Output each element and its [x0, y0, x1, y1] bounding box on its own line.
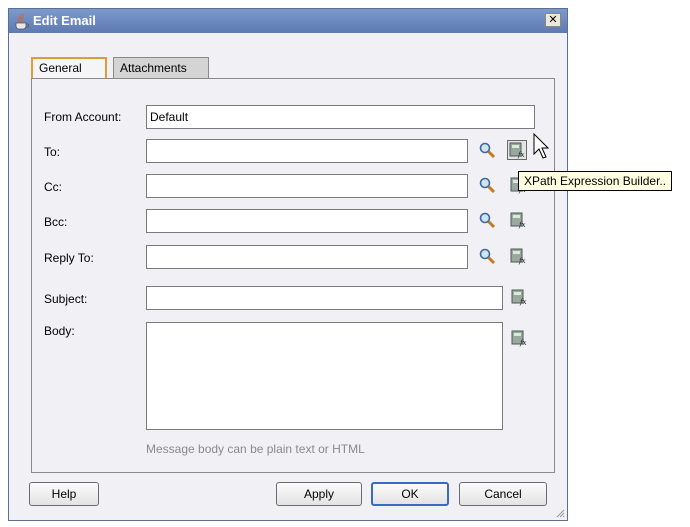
- search-icon[interactable]: [478, 247, 496, 265]
- mouse-cursor-icon: [533, 133, 549, 159]
- svg-text:fx: fx: [518, 257, 526, 265]
- body-hint: Message body can be plain text or HTML: [146, 442, 365, 456]
- dialog-title: Edit Email: [33, 13, 96, 28]
- reply-to-field[interactable]: [146, 245, 468, 269]
- xpath-expression-builder-icon[interactable]: fx: [510, 288, 528, 306]
- close-icon: ✕: [548, 14, 558, 26]
- xpath-expression-builder-icon[interactable]: fx: [509, 247, 527, 265]
- subject-label: Subject:: [44, 292, 88, 306]
- search-icon[interactable]: [478, 176, 496, 194]
- from-account-field[interactable]: Default: [146, 105, 535, 129]
- to-label: To:: [44, 145, 61, 159]
- tab-general[interactable]: General: [31, 57, 107, 79]
- bcc-field[interactable]: [146, 209, 468, 233]
- body-label: Body:: [44, 324, 75, 338]
- svg-text:fx: fx: [517, 151, 525, 159]
- resize-grip-icon[interactable]: [555, 508, 565, 518]
- help-button[interactable]: Help: [29, 482, 99, 506]
- body-textarea[interactable]: [146, 322, 503, 430]
- title-bar[interactable]: Edit Email ✕: [9, 9, 567, 33]
- tab-general-label: General: [39, 61, 82, 75]
- apply-button[interactable]: Apply: [276, 482, 362, 506]
- cancel-button[interactable]: Cancel: [459, 482, 547, 506]
- from-account-label: From Account:: [44, 110, 122, 124]
- search-icon[interactable]: [478, 211, 496, 229]
- ok-button[interactable]: OK: [371, 482, 449, 506]
- xpath-expression-builder-icon[interactable]: fx: [509, 211, 527, 229]
- tab-attachments[interactable]: Attachments: [113, 57, 209, 78]
- cc-field[interactable]: [146, 174, 468, 198]
- edit-email-dialog: Edit Email ✕ General Attachments From Ac…: [8, 8, 568, 521]
- search-icon[interactable]: [478, 141, 496, 159]
- app-icon: [15, 13, 30, 30]
- reply-to-label: Reply To:: [44, 251, 94, 265]
- subject-field[interactable]: [146, 286, 503, 310]
- svg-text:fx: fx: [519, 298, 527, 306]
- tab-attachments-label: Attachments: [120, 61, 187, 75]
- cc-label: Cc:: [44, 180, 62, 194]
- svg-text:fx: fx: [519, 339, 527, 347]
- close-button[interactable]: ✕: [545, 13, 561, 27]
- xpath-expression-builder-icon[interactable]: fx: [507, 140, 527, 160]
- svg-text:fx: fx: [518, 221, 526, 229]
- general-panel: From Account: Default To: fx Cc: fx Bcc:: [31, 78, 555, 473]
- xpath-tooltip: XPath Expression Builder..: [518, 171, 673, 191]
- xpath-expression-builder-icon[interactable]: fx: [510, 329, 528, 347]
- to-field[interactable]: [146, 139, 468, 163]
- bcc-label: Bcc:: [44, 215, 68, 229]
